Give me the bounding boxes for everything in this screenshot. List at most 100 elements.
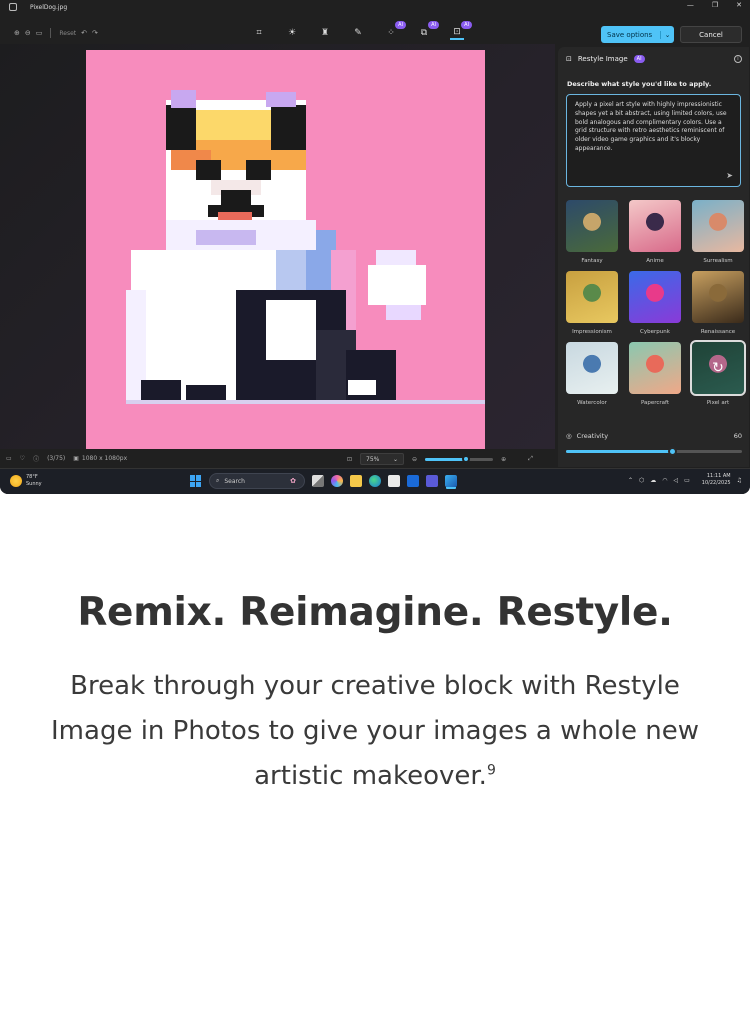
style-name: Watercolor [577, 400, 607, 406]
style-thumbnail [629, 271, 681, 323]
style-option[interactable]: Impressionism [566, 271, 618, 336]
battery-icon[interactable]: ▭ [684, 477, 690, 484]
style-thumbnail [629, 200, 681, 252]
style-name: Renaissance [700, 329, 736, 335]
outlook-icon[interactable] [407, 475, 419, 487]
style-name: Surrealism [703, 258, 733, 264]
taskbar-apps: ⌕ Search ✿ [190, 473, 457, 489]
wifi-icon[interactable]: ◠ [662, 477, 667, 484]
background-icon[interactable]: ⧉ AI [417, 21, 439, 40]
info-icon[interactable]: ⓘ [33, 454, 39, 463]
expand-icon[interactable]: ⤢ [528, 455, 533, 463]
edge-icon[interactable] [369, 475, 381, 487]
zoom-out-icon[interactable]: ⊖ [25, 29, 31, 37]
footnote-marker: 9 [486, 762, 496, 779]
send-icon[interactable]: ➤ [726, 171, 733, 181]
system-tray: ⌃ ⬡ ☁ ◠ ◁ ▭ 11:11 AM 10/22/2025 ♫ [628, 473, 742, 487]
zoom-in-icon[interactable]: ⊕ [501, 456, 506, 463]
sun-icon [10, 475, 22, 487]
filmstrip-icon[interactable]: ▭ [6, 455, 12, 462]
undo-icon[interactable]: ↶ [81, 29, 87, 37]
windows-start-icon[interactable] [190, 475, 202, 487]
creativity-slider[interactable] [566, 447, 742, 456]
style-option-selected[interactable]: ↻ Pixel art [690, 340, 746, 407]
pixel-dog-image[interactable] [86, 50, 485, 449]
style-name: Anime [646, 258, 664, 264]
creativity-slider-thumb[interactable] [667, 447, 677, 456]
search-label: Search [224, 477, 245, 485]
style-name: Pixel art [706, 400, 730, 406]
crop-icon[interactable]: ⌗ [252, 26, 266, 40]
temperature: 78°F [26, 474, 38, 480]
zoom-slider-fill [425, 457, 466, 461]
adjust-icon[interactable]: ☀ [285, 26, 299, 40]
generative-erase-icon[interactable]: ⁘ AI [384, 21, 406, 40]
save-options-button[interactable]: Save options ⌄ [601, 26, 674, 43]
creativity-control: ◎ Creativity 60 [566, 432, 742, 456]
cloud-icon[interactable]: ☁ [650, 477, 656, 484]
redo-icon[interactable]: ↷ [92, 29, 98, 37]
reset-button[interactable]: Reset [59, 30, 76, 37]
ai-badge: AI [633, 55, 645, 63]
window-controls: — ❐ ✕ [687, 1, 742, 9]
style-prompt-text: Apply a pixel art style with highly impr… [575, 101, 727, 152]
style-thumbnail [692, 271, 744, 323]
chevron-down-icon[interactable]: ⌄ [660, 30, 674, 39]
zoom-out-icon[interactable]: ⊖ [412, 456, 417, 463]
style-thumbnail [566, 342, 618, 394]
zoom-level-select[interactable]: 75% ⌄ [360, 453, 405, 465]
weather-widget[interactable]: 78°F Sunny [10, 474, 42, 488]
notification-bell-icon[interactable]: ♫ [737, 477, 742, 484]
style-thumbnail: ↻ [690, 340, 746, 396]
ai-badge: AI [428, 21, 439, 29]
photos-taskbar-icon[interactable] [445, 475, 457, 487]
store-icon[interactable] [388, 475, 400, 487]
style-prompt-input[interactable]: Apply a pixel art style with highly impr… [566, 94, 741, 187]
image-dimensions: 1080 x 1080px [81, 455, 128, 462]
description: Break through your creative block with R… [40, 664, 710, 799]
cancel-button[interactable]: Cancel [680, 26, 742, 43]
close-icon[interactable]: ✕ [736, 1, 742, 9]
photos-app-icon [9, 3, 17, 11]
filter-icon[interactable]: ♜ [318, 26, 332, 40]
fit-window-icon[interactable]: ⊡ [347, 456, 352, 463]
markup-icon[interactable]: ✎ [351, 26, 365, 40]
refresh-icon[interactable]: ↻ [692, 342, 744, 394]
search-icon: ⌕ [216, 477, 220, 484]
restyle-panel: ⊡ Restyle Image AI i Describe what style… [558, 47, 749, 467]
maximize-icon[interactable]: ❐ [712, 1, 718, 9]
info-icon[interactable]: i [734, 55, 742, 63]
network-icon[interactable]: ⬡ [639, 477, 644, 484]
title-bar: PixelDog.jpg — ❐ ✕ [0, 0, 750, 14]
fit-screen-icon[interactable]: ▭ [36, 29, 43, 37]
teams-icon[interactable] [426, 475, 438, 487]
zoom-slider[interactable] [425, 454, 494, 463]
style-option[interactable]: Cyberpunk [629, 271, 681, 336]
toolbar-divider [50, 28, 52, 38]
restyle-icon[interactable]: ⊡ AI [450, 21, 472, 40]
pixel-dog-art [86, 50, 485, 449]
minimize-icon[interactable]: — [687, 1, 694, 9]
clock[interactable]: 11:11 AM 10/22/2025 [702, 473, 731, 487]
style-option[interactable]: Anime [629, 200, 681, 265]
style-option[interactable]: Surrealism [692, 200, 744, 265]
weather-condition: Sunny [26, 481, 42, 487]
style-name: Fantasy [581, 258, 603, 264]
volume-icon[interactable]: ◁ [673, 477, 678, 484]
file-explorer-icon[interactable] [350, 475, 362, 487]
style-option[interactable]: Papercraft [629, 342, 681, 407]
style-thumbnail [629, 342, 681, 394]
copilot-icon[interactable] [331, 475, 343, 487]
taskbar-search[interactable]: ⌕ Search ✿ [209, 473, 305, 489]
favorite-icon[interactable]: ♡ [20, 455, 25, 462]
style-option[interactable]: Renaissance [692, 271, 744, 336]
zoom-in-icon[interactable]: ⊕ [14, 29, 20, 37]
chevron-down-icon: ⌄ [393, 455, 399, 463]
image-canvas [0, 44, 555, 449]
creativity-slider-fill [566, 450, 672, 453]
zoom-slider-thumb[interactable] [461, 454, 470, 463]
chevron-up-icon[interactable]: ⌃ [628, 477, 633, 484]
style-option[interactable]: Watercolor [566, 342, 618, 407]
style-option[interactable]: Fantasy [566, 200, 618, 265]
task-view-icon[interactable] [312, 475, 324, 487]
